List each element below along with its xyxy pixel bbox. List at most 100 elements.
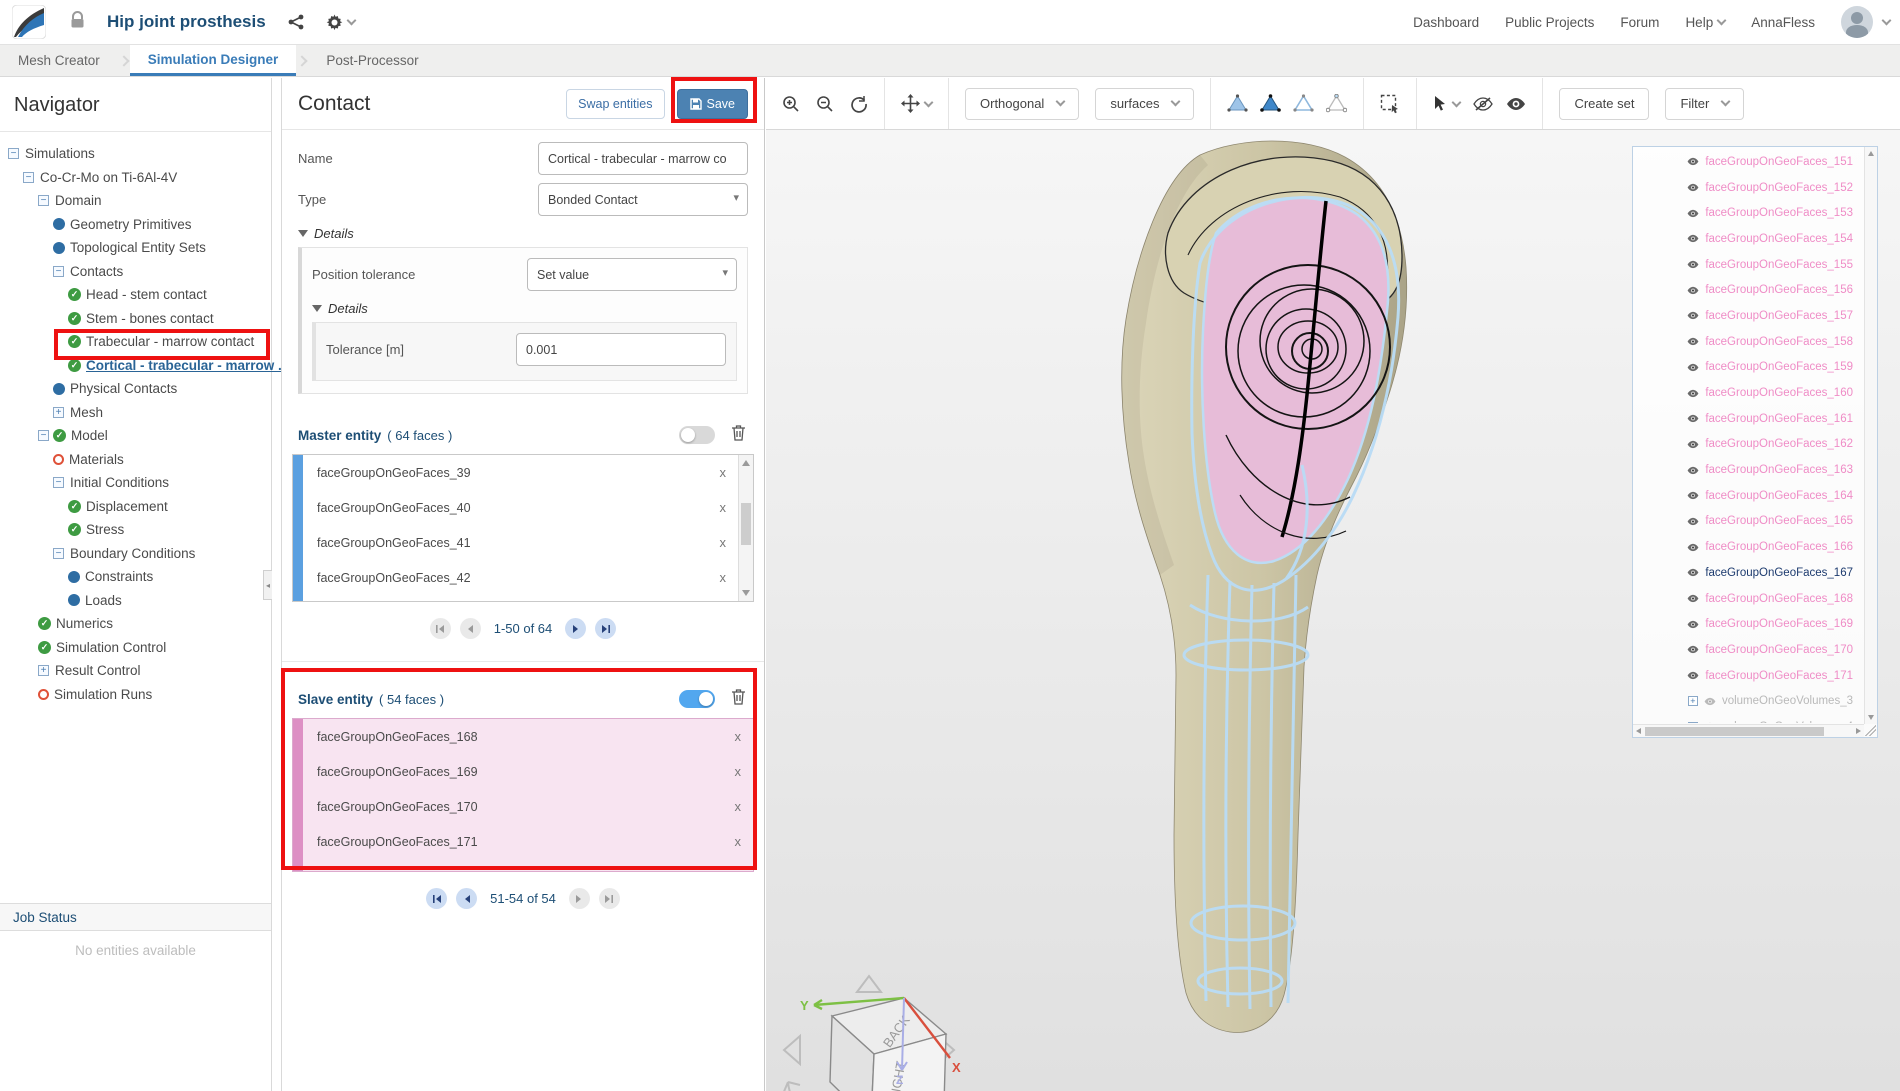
select-face-icon[interactable] [1260, 93, 1282, 114]
face-list-item[interactable]: faceGroupOnGeoFaces_152 [1633, 175, 1863, 201]
remove-entity-icon[interactable]: x [735, 799, 742, 814]
nav-link-forum[interactable]: Forum [1620, 15, 1659, 30]
tree-item-trabecular-marrow-contact[interactable]: ✓ Trabecular - marrow contact [0, 330, 271, 354]
zoom-in-icon[interactable] [782, 95, 800, 113]
slave-delete-icon[interactable] [731, 688, 746, 710]
collapse-icon[interactable]: − [8, 148, 19, 160]
settings-gear-icon[interactable] [326, 14, 357, 31]
tree-item-numerics[interactable]: ✓ Numerics [0, 612, 271, 636]
page-last-button[interactable] [598, 888, 620, 909]
face-list-item[interactable]: faceGroupOnGeoFaces_163 [1633, 457, 1863, 483]
filter-button[interactable]: Filter [1665, 87, 1745, 120]
master-list-scrollbar[interactable] [738, 455, 753, 601]
remove-entity-icon[interactable]: x [735, 764, 742, 779]
face-list-item[interactable]: faceGroupOnGeoFaces_165 [1633, 509, 1863, 535]
page-next-button[interactable] [568, 888, 590, 909]
collapse-icon[interactable]: − [38, 430, 49, 442]
navigation-cube[interactable]: BACK RIGHT Y X Z [774, 972, 964, 1091]
tab-mesh-creator[interactable]: Mesh Creator [0, 45, 118, 76]
tree-item-topological-entity-sets[interactable]: Topological Entity Sets [0, 236, 271, 260]
select-edge-icon[interactable] [1293, 93, 1315, 114]
face-list-item[interactable]: faceGroupOnGeoFaces_164 [1633, 483, 1863, 509]
tree-item-simulation-runs[interactable]: Simulation Runs [0, 683, 271, 707]
page-last-button[interactable] [595, 618, 617, 639]
hide-selection-icon[interactable] [1473, 96, 1494, 111]
reset-view-icon[interactable] [850, 95, 868, 113]
femur-model[interactable] [1050, 135, 1500, 1045]
face-list-item[interactable]: faceGroupOnGeoFaces_159 [1633, 355, 1863, 381]
panel-collapse-handle[interactable]: ◂ [263, 570, 272, 600]
resize-grip[interactable] [1865, 725, 1876, 736]
face-list-item[interactable]: faceGroupOnGeoFaces_167 [1633, 560, 1863, 586]
visibility-eye-icon[interactable] [1687, 337, 1699, 346]
remove-entity-icon[interactable]: x [720, 465, 727, 480]
expand-icon[interactable]: + [53, 406, 64, 418]
visibility-eye-icon[interactable] [1687, 183, 1699, 192]
visibility-eye-icon[interactable] [1687, 363, 1699, 372]
tree-item-physical-contacts[interactable]: Physical Contacts [0, 377, 271, 401]
remove-entity-icon[interactable]: x [720, 500, 727, 515]
face-list-item[interactable]: faceGroupOnGeoFaces_161 [1633, 406, 1863, 432]
render-mode-select[interactable]: surfaces [1095, 87, 1195, 120]
tree-item-head-stem-contact[interactable]: ✓ Head - stem contact [0, 283, 271, 307]
select-node-icon[interactable] [1326, 93, 1348, 114]
visibility-eye-icon[interactable] [1687, 543, 1699, 552]
visibility-eye-icon[interactable] [1687, 620, 1699, 629]
visibility-eye-icon[interactable] [1687, 209, 1699, 218]
app-logo-icon[interactable] [12, 5, 46, 39]
tree-item-displacement[interactable]: ✓ Displacement [0, 495, 271, 519]
face-list-item[interactable]: faceGroupOnGeoFaces_170 [1633, 637, 1863, 663]
page-next-button[interactable] [565, 618, 587, 639]
tree-item-constraints[interactable]: Constraints [0, 565, 271, 589]
tree-item-materials[interactable]: Materials [0, 448, 271, 472]
pan-move-icon[interactable] [901, 94, 934, 113]
visibility-eye-icon[interactable] [1687, 260, 1699, 269]
visibility-eye-icon[interactable] [1687, 568, 1699, 577]
remove-entity-icon[interactable]: x [720, 535, 727, 550]
tab-post-processor[interactable]: Post-Processor [308, 45, 436, 76]
face-list-item[interactable]: faceGroupOnGeoFaces_158 [1633, 329, 1863, 355]
collapse-icon[interactable]: − [38, 195, 49, 207]
inner-details-toggle[interactable]: Details [312, 301, 737, 316]
visibility-eye-icon[interactable] [1687, 311, 1699, 320]
face-list-item[interactable]: faceGroupOnGeoFaces_171 [1633, 663, 1863, 689]
box-select-icon[interactable] [1380, 94, 1400, 114]
save-button[interactable]: Save [676, 88, 748, 119]
tree-item-contacts[interactable]: − Contacts [0, 260, 271, 284]
remove-entity-icon[interactable]: x [735, 834, 742, 849]
cursor-select-icon[interactable] [1433, 95, 1462, 112]
face-list-item[interactable]: faceGroupOnGeoFaces_157 [1633, 303, 1863, 329]
face-list-item[interactable]: faceGroupOnGeoFaces_155 [1633, 252, 1863, 278]
tree-item-boundary-conditions[interactable]: − Boundary Conditions [0, 542, 271, 566]
tree-item-loads[interactable]: Loads [0, 589, 271, 613]
visibility-eye-icon[interactable] [1704, 697, 1716, 706]
face-list-item[interactable]: + volumeOnGeoVolumes_4 [1633, 714, 1863, 723]
slave-highlight-toggle[interactable] [679, 690, 715, 708]
zoom-out-icon[interactable] [816, 95, 834, 113]
face-list-hscrollbar[interactable] [1633, 724, 1864, 737]
tree-item-result-control[interactable]: + Result Control [0, 659, 271, 683]
tree-item-model[interactable]: − ✓ Model [0, 424, 271, 448]
page-first-button[interactable] [429, 618, 451, 639]
swap-entities-button[interactable]: Swap entities [566, 88, 665, 119]
visibility-eye-icon[interactable] [1687, 389, 1699, 398]
tree-item-geometry-primitives[interactable]: Geometry Primitives [0, 213, 271, 237]
visibility-eye-icon[interactable] [1687, 157, 1699, 166]
visibility-eye-icon[interactable] [1687, 234, 1699, 243]
face-list-item[interactable]: faceGroupOnGeoFaces_168 [1633, 586, 1863, 612]
master-delete-icon[interactable] [731, 424, 746, 446]
remove-entity-icon[interactable]: x [720, 570, 727, 585]
visibility-eye-icon[interactable] [1687, 286, 1699, 295]
select-volume-icon[interactable] [1227, 93, 1249, 114]
chevron-down-icon[interactable] [1881, 15, 1892, 26]
visibility-eye-icon[interactable] [1687, 594, 1699, 603]
expand-icon[interactable]: + [38, 665, 49, 677]
create-set-button[interactable]: Create set [1559, 87, 1650, 120]
master-highlight-toggle[interactable] [679, 426, 715, 444]
visibility-eye-icon[interactable] [1687, 517, 1699, 526]
position-tolerance-select[interactable]: Set value [527, 258, 737, 291]
visibility-eye-icon[interactable] [1687, 645, 1699, 654]
tolerance-input[interactable] [516, 333, 726, 366]
tree-item-simulations[interactable]: − Simulations [0, 142, 271, 166]
tree-item-stem-bones-contact[interactable]: ✓ Stem - bones contact [0, 307, 271, 331]
